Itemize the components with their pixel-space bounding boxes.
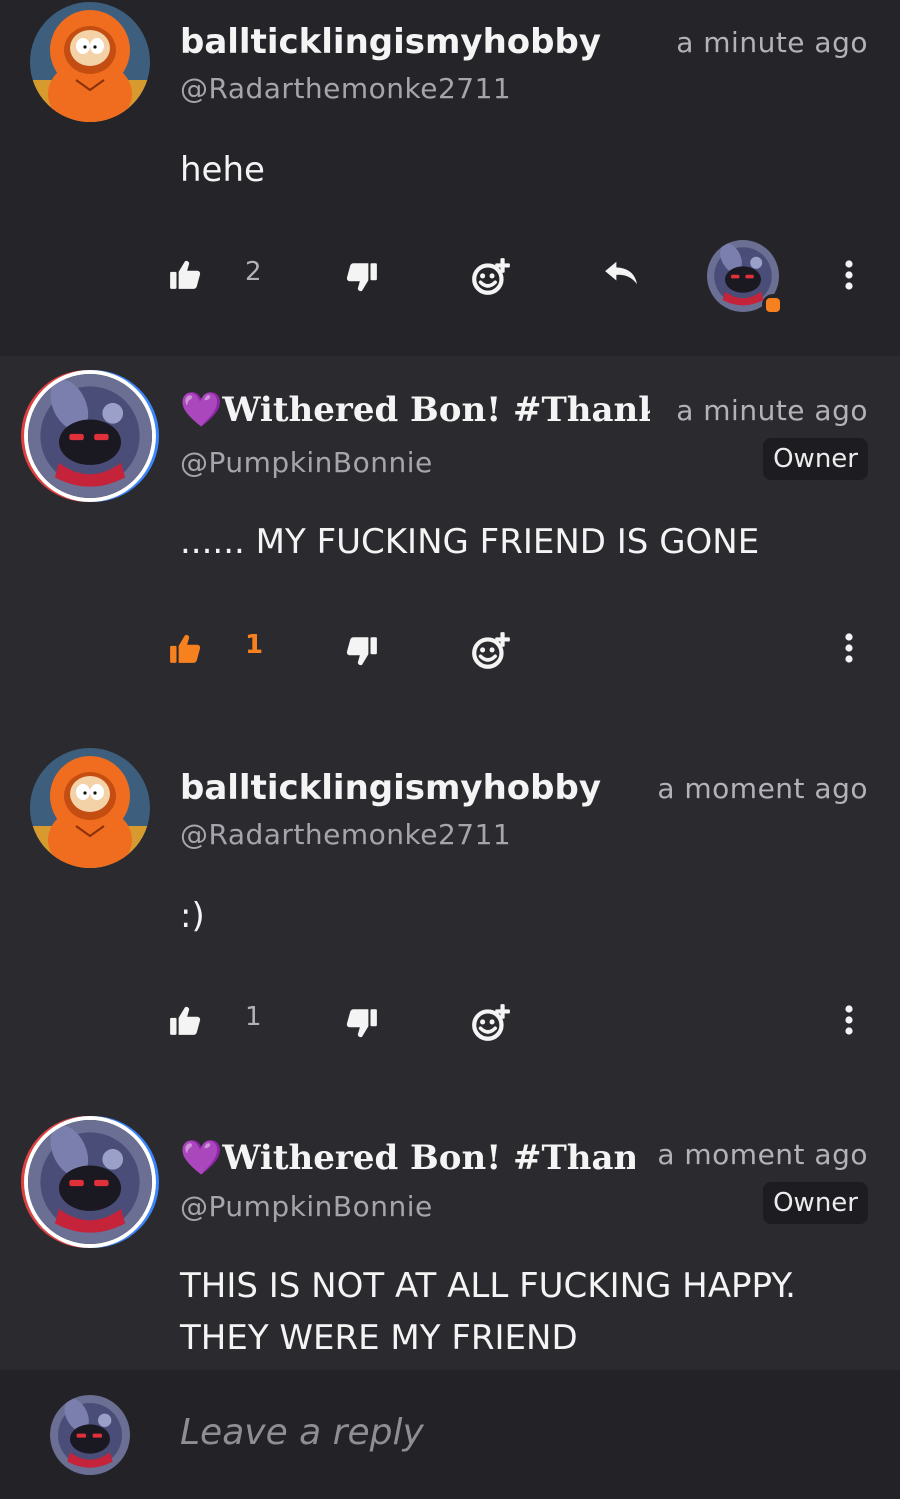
more-options-button[interactable] <box>844 1004 854 1040</box>
comment-text: hehe <box>180 150 265 190</box>
like-button[interactable] <box>168 258 202 296</box>
avatar[interactable] <box>30 748 150 868</box>
comment-timestamp: a moment ago <box>657 1138 868 1171</box>
comment-text-line: THEY WERE MY FRIEND <box>180 1318 578 1358</box>
avatar[interactable] <box>30 2 150 122</box>
heart-emoji: 💜 <box>180 390 223 430</box>
comment-timestamp: a moment ago <box>657 772 868 805</box>
avatar[interactable] <box>24 370 156 502</box>
owner-badge: Owner <box>763 1182 868 1224</box>
like-button[interactable] <box>168 1004 202 1042</box>
more-icon <box>844 259 854 291</box>
comment-author-name[interactable]: ballticklingismyhobby <box>180 22 601 62</box>
reply-icon <box>603 258 641 288</box>
avatar[interactable] <box>24 1116 156 1248</box>
dislike-icon <box>345 1006 379 1040</box>
dislike-button[interactable] <box>345 260 379 298</box>
comment-item: 💜Withered Bon! #ThankY @PumpkinBonnie a … <box>0 1104 900 1370</box>
comment-author-handle[interactable]: @Radarthemonke2711 <box>180 818 511 851</box>
emoji-react-icon <box>470 630 512 672</box>
dislike-button[interactable] <box>345 1006 379 1044</box>
reply-button[interactable] <box>603 258 641 292</box>
emoji-react-icon <box>470 256 512 298</box>
comment-author-name[interactable]: ballticklingismyhobby <box>180 768 601 808</box>
current-user-avatar <box>50 1395 130 1475</box>
more-icon <box>844 1004 854 1036</box>
like-button[interactable] <box>168 632 202 670</box>
comment-author-name[interactable]: 💜Withered Bon! #ThankYo <box>180 390 650 430</box>
comment-item: ballticklingismyhobby @Radarthemonke2711… <box>0 734 900 1104</box>
emoji-react-button[interactable] <box>470 256 512 302</box>
reply-bar <box>0 1370 900 1499</box>
more-options-button[interactable] <box>844 632 854 668</box>
owner-badge: Owner <box>763 438 868 480</box>
more-options-button[interactable] <box>844 259 854 295</box>
comment-text: THIS IS NOT AT ALL FUCKING HAPPY. THEY W… <box>180 1260 796 1364</box>
comment-text: ...... MY FUCKING FRIEND IS GONE <box>180 522 760 562</box>
comment-item: 💜Withered Bon! #ThankYo @PumpkinBonnie a… <box>0 356 900 734</box>
emoji-react-button[interactable] <box>470 630 512 676</box>
like-count: 1 <box>245 1002 262 1032</box>
emoji-react-icon <box>470 1002 512 1044</box>
more-icon <box>844 632 854 664</box>
like-icon <box>168 1004 202 1038</box>
dislike-icon <box>345 260 379 294</box>
comment-author-handle[interactable]: @PumpkinBonnie <box>180 1190 433 1223</box>
comment-timestamp: a minute ago <box>676 394 868 427</box>
reply-input[interactable]: Leave a reply <box>180 1412 424 1453</box>
like-count: 1 <box>245 630 264 660</box>
like-icon <box>168 632 202 666</box>
comment-author-handle[interactable]: @PumpkinBonnie <box>180 446 433 479</box>
heart-badge <box>762 294 784 316</box>
comment-author-name[interactable]: 💜Withered Bon! #ThankY <box>180 1138 635 1178</box>
dislike-icon <box>345 634 379 668</box>
comment-author-handle[interactable]: @Radarthemonke2711 <box>180 72 511 105</box>
comment-text-line: THIS IS NOT AT ALL FUCKING HAPPY. <box>180 1266 796 1306</box>
heart-emoji: 💜 <box>180 1138 223 1178</box>
like-count: 2 <box>245 257 262 287</box>
comment-timestamp: a minute ago <box>676 26 868 59</box>
emoji-react-button[interactable] <box>470 1002 512 1048</box>
dislike-button[interactable] <box>345 634 379 672</box>
comment-text: :) <box>180 896 205 936</box>
comment-item: ballticklingismyhobby @Radarthemonke2711… <box>0 0 900 356</box>
like-icon <box>168 258 202 292</box>
